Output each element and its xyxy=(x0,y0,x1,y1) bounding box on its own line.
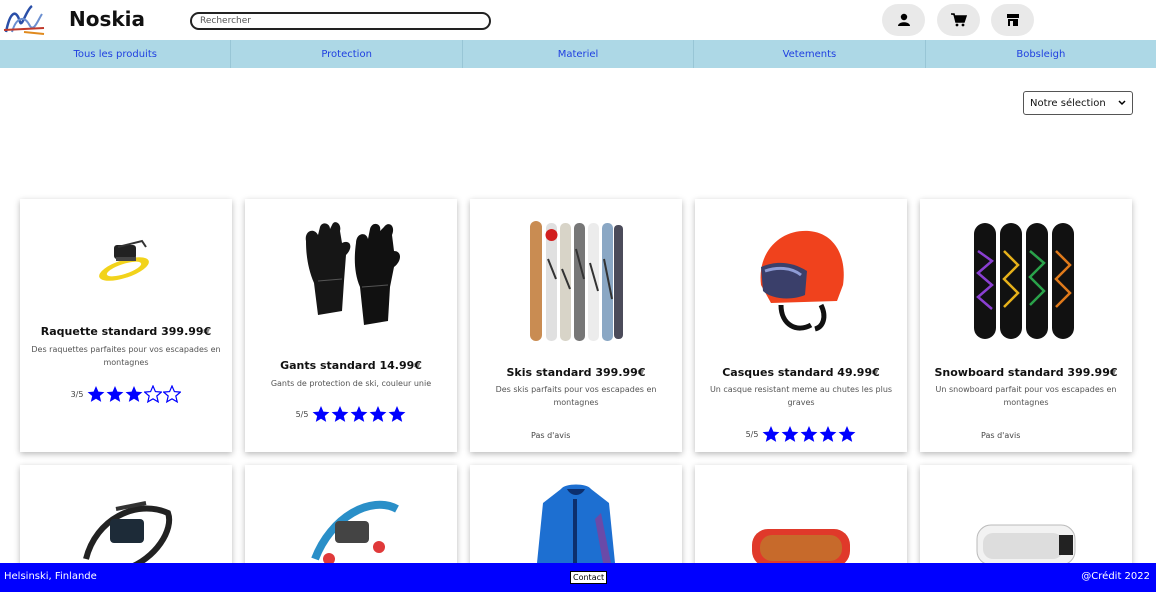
stars-5-of-5 xyxy=(312,405,406,423)
nav-item-vetements[interactable]: Vetements xyxy=(694,40,926,68)
nav-item-all-products[interactable]: Tous les produits xyxy=(0,40,232,68)
account-button[interactable] xyxy=(882,4,925,36)
product-card[interactable]: Skis standard 399.99€ Des skis parfaits … xyxy=(470,199,682,452)
product-description: Gants de protection de ski, couleur unie xyxy=(270,379,432,388)
product-title[interactable]: Gants standard 14.99€ xyxy=(245,359,457,372)
header: Noskia xyxy=(0,0,1156,40)
footer-credit: @Crédit 2022 xyxy=(1081,571,1150,582)
star-filled-icon xyxy=(88,386,105,402)
product-title[interactable]: Raquette standard 399.99€ xyxy=(20,325,232,338)
no-reviews-text: Pas d'avis xyxy=(531,431,571,440)
category-nav: Tous les produits Protection Materiel Ve… xyxy=(0,40,1156,68)
product-rating: 5/5 xyxy=(245,405,457,423)
product-card[interactable] xyxy=(20,465,232,575)
sort-selected-value: Notre sélection xyxy=(1030,97,1106,109)
search-input[interactable] xyxy=(190,12,491,30)
product-image-helmet[interactable] xyxy=(695,221,907,337)
sort-select[interactable]: Notre sélection xyxy=(1023,91,1133,115)
product-image-snowshoe-blue[interactable] xyxy=(245,487,457,567)
cart-button[interactable] xyxy=(937,4,980,36)
stars-3-of-5 xyxy=(87,385,182,403)
star-empty-icon xyxy=(144,385,163,403)
user-icon xyxy=(897,13,910,26)
star-filled-icon xyxy=(801,426,818,442)
product-title[interactable]: Snowboard standard 399.99€ xyxy=(920,366,1132,379)
no-reviews-text: Pas d'avis xyxy=(981,431,1021,440)
product-title[interactable]: Skis standard 399.99€ xyxy=(470,366,682,379)
store-icon xyxy=(1006,14,1019,26)
star-filled-icon xyxy=(839,426,856,442)
star-filled-icon xyxy=(351,406,368,422)
footer: Helsinski, Finlande Contact @Crédit 2022 xyxy=(0,563,1156,592)
product-card[interactable]: Gants standard 14.99€ Gants de protectio… xyxy=(245,199,457,452)
star-filled-icon xyxy=(107,386,124,402)
brand-name[interactable]: Noskia xyxy=(69,7,145,31)
product-image-skis[interactable] xyxy=(470,219,682,343)
footer-location: Helsinski, Finlande xyxy=(4,571,97,582)
product-card[interactable]: Raquette standard 399.99€ Des raquettes … xyxy=(20,199,232,452)
product-image-jacket[interactable] xyxy=(470,483,682,569)
nav-item-protection[interactable]: Protection xyxy=(231,40,463,68)
product-image-snowboard[interactable] xyxy=(920,221,1132,341)
star-filled-icon xyxy=(126,386,143,402)
chevron-down-icon xyxy=(1118,100,1126,106)
star-filled-icon xyxy=(313,406,330,422)
star-filled-icon xyxy=(820,426,837,442)
star-filled-icon xyxy=(332,406,349,422)
product-description: Des skis parfaits pour vos escapades en … xyxy=(495,385,657,407)
rating-text: 5/5 xyxy=(745,429,759,439)
cart-icon xyxy=(950,13,967,27)
nav-item-bobsleigh[interactable]: Bobsleigh xyxy=(926,40,1156,68)
product-title[interactable]: Casques standard 49.99€ xyxy=(695,366,907,379)
product-rating: 3/5 xyxy=(20,385,232,403)
nav-item-materiel[interactable]: Materiel xyxy=(463,40,695,68)
product-image-snowshoe-black[interactable] xyxy=(20,489,232,569)
star-filled-icon xyxy=(763,426,780,442)
logo-icon[interactable] xyxy=(2,2,46,36)
product-image-snowshoe[interactable] xyxy=(20,235,232,285)
product-image-goggles-red[interactable] xyxy=(695,519,907,569)
star-filled-icon xyxy=(389,406,406,422)
rating-text: 3/5 xyxy=(70,389,84,399)
rating-text: 5/5 xyxy=(295,409,309,419)
product-description: Des raquettes parfaites pour vos escapad… xyxy=(31,345,221,367)
product-card[interactable] xyxy=(470,465,682,575)
product-description: Un casque resistant meme au chutes les p… xyxy=(709,385,893,407)
product-description: Un snowboard parfait pour vos escapades … xyxy=(935,385,1117,407)
product-rating: 5/5 xyxy=(695,425,907,443)
contact-button[interactable]: Contact xyxy=(570,571,608,584)
product-image-goggles-white[interactable] xyxy=(920,515,1132,569)
product-card[interactable] xyxy=(695,465,907,575)
star-empty-icon xyxy=(163,385,182,403)
store-button[interactable] xyxy=(991,4,1034,36)
star-filled-icon xyxy=(782,426,799,442)
product-card[interactable]: Snowboard standard 399.99€ Un snowboard … xyxy=(920,199,1132,452)
product-image-gloves[interactable] xyxy=(245,221,457,333)
product-card[interactable] xyxy=(920,465,1132,575)
star-filled-icon xyxy=(370,406,387,422)
stars-5-of-5 xyxy=(762,425,856,443)
product-card[interactable]: Casques standard 49.99€ Un casque resist… xyxy=(695,199,907,452)
product-card[interactable] xyxy=(245,465,457,575)
